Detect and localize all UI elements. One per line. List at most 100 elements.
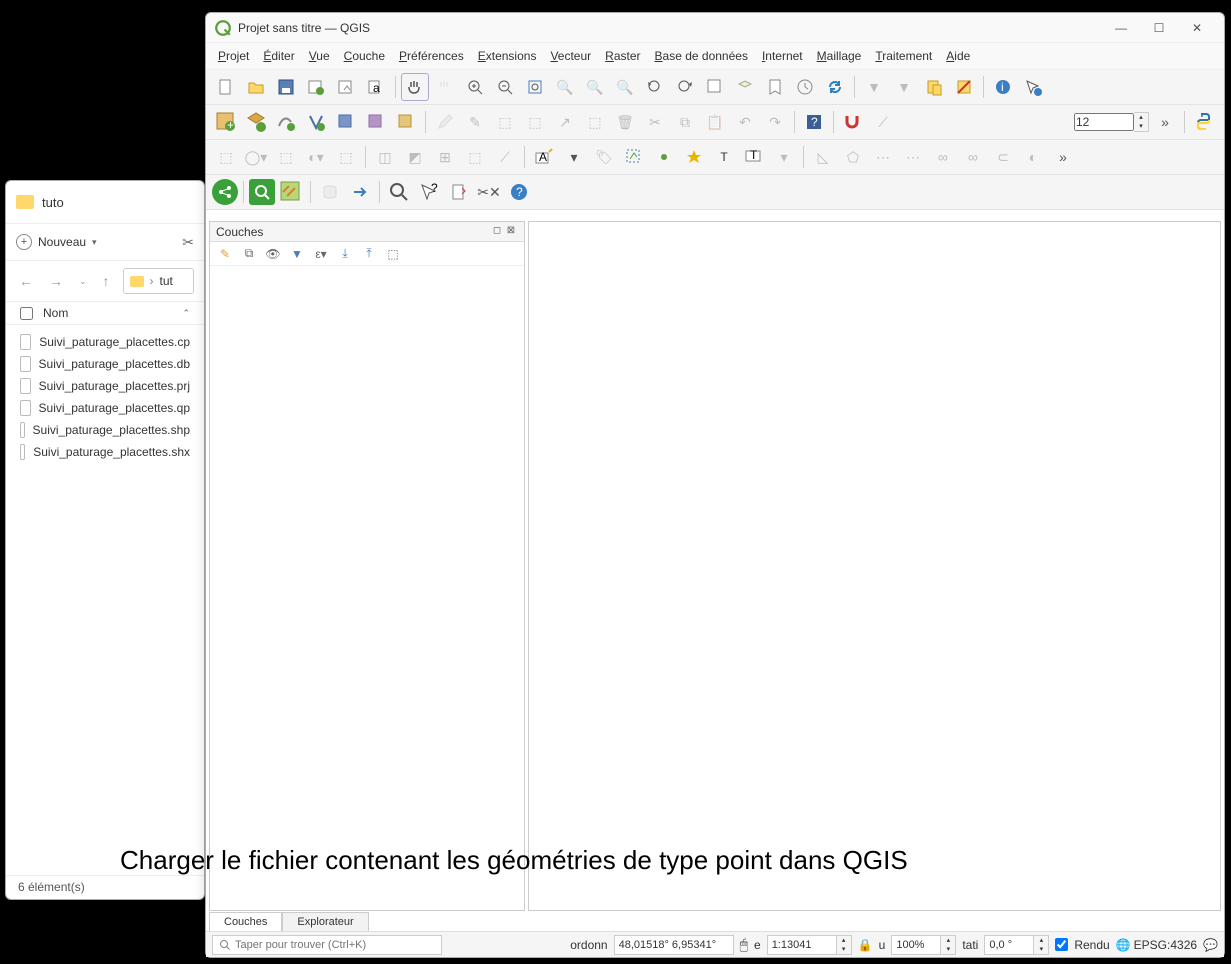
label-pin-button[interactable]: 🏷 — [590, 143, 618, 171]
style-manager-button[interactable]: a — [362, 73, 390, 101]
new-3d-view-button[interactable] — [731, 73, 759, 101]
menu-raster[interactable]: Raster — [599, 45, 646, 67]
rotation-spinbox[interactable]: ▴▾ — [984, 935, 1049, 955]
scale-spinbox[interactable]: ▴▾ — [767, 935, 852, 955]
enable-snapping-button[interactable] — [839, 108, 867, 136]
tab-layers[interactable]: Couches — [209, 912, 282, 931]
m4[interactable]: ⋯ — [899, 143, 927, 171]
overflow-icon[interactable]: » — [1151, 108, 1179, 136]
new-virtual-button[interactable] — [362, 108, 390, 136]
d5[interactable]: ⬚ — [332, 143, 360, 171]
new-geopackage-button[interactable] — [242, 108, 270, 136]
minimize-button[interactable]: — — [1102, 14, 1140, 42]
vertex-tool-button[interactable]: ↗ — [551, 108, 579, 136]
identify-button[interactable]: i — [989, 73, 1017, 101]
m2[interactable]: ⬠ — [839, 143, 867, 171]
zoom-layer-button[interactable]: 🔍 — [581, 73, 609, 101]
add-feature2-button[interactable]: ⬚ — [521, 108, 549, 136]
quickosm-button[interactable] — [249, 179, 275, 205]
coord-field[interactable] — [614, 935, 734, 955]
annotation-text-button[interactable]: T — [710, 143, 738, 171]
delete-button[interactable]: 🗑 — [611, 108, 639, 136]
new-mesh-button[interactable] — [392, 108, 420, 136]
close-button[interactable]: ✕ — [1178, 14, 1216, 42]
annotation-point-button[interactable] — [650, 143, 678, 171]
overflow-icon[interactable]: » — [1049, 143, 1077, 171]
zoom-native-button[interactable]: 🔍 — [611, 73, 639, 101]
copy-button[interactable]: ⧉ — [671, 108, 699, 136]
new-bookmark-button[interactable] — [761, 73, 789, 101]
menu-traitement[interactable]: Traitement — [869, 45, 938, 67]
reports-button[interactable] — [445, 178, 473, 206]
m6[interactable]: ∞ — [959, 143, 987, 171]
messages-icon[interactable]: 💬 — [1203, 938, 1218, 952]
tracing-button[interactable]: ⟋ — [869, 108, 897, 136]
label2-button[interactable]: ▾ — [560, 143, 588, 171]
menu-bdd[interactable]: Base de données — [649, 45, 754, 67]
m3[interactable]: ⋯ — [869, 143, 897, 171]
d8[interactable]: ⊞ — [431, 143, 459, 171]
visibility-icon[interactable]: 👁 — [264, 245, 282, 263]
m7[interactable]: ⊂ — [989, 143, 1017, 171]
m5[interactable]: ∞ — [929, 143, 957, 171]
style-icon[interactable]: ✎ — [216, 245, 234, 263]
menu-couche[interactable]: Couche — [338, 45, 391, 67]
locator-search[interactable] — [212, 935, 442, 955]
zoom-selection-button[interactable]: 🔍 — [551, 73, 579, 101]
db-button[interactable] — [316, 178, 344, 206]
toggle-edit-button[interactable] — [431, 108, 459, 136]
temporal-button[interactable] — [791, 73, 819, 101]
menu-projet[interactable]: Projet — [212, 45, 255, 67]
add-group-icon[interactable]: ⧉ — [240, 245, 258, 263]
list-item[interactable]: Suivi_paturage_placettes.shx — [16, 441, 194, 463]
zoom-next-button[interactable] — [671, 73, 699, 101]
segments-spinbox[interactable]: ▴▾ — [1074, 112, 1149, 132]
new-shapefile-button[interactable] — [272, 108, 300, 136]
share-button[interactable] — [212, 179, 238, 205]
save-edits-button[interactable]: ✎ — [461, 108, 489, 136]
deselect-button[interactable] — [950, 73, 978, 101]
data-source-manager-button[interactable]: + — [212, 108, 240, 136]
list-item[interactable]: Suivi_paturage_placettes.qp — [16, 397, 194, 419]
recent-button[interactable]: ⌄ — [76, 273, 90, 290]
help-icon[interactable]: ? — [505, 178, 533, 206]
annotation-button[interactable] — [620, 143, 648, 171]
close-panel-icon[interactable]: ⊠ — [504, 225, 518, 239]
d2[interactable]: ◯▾ — [242, 143, 270, 171]
go-button[interactable] — [346, 178, 374, 206]
zoom-full-button[interactable] — [521, 73, 549, 101]
refresh-button[interactable] — [821, 73, 849, 101]
expand-icon[interactable]: ⤓ — [336, 245, 354, 263]
search-tool-button[interactable] — [385, 178, 413, 206]
osm-button[interactable] — [277, 178, 305, 206]
forward-button[interactable]: → — [46, 270, 66, 292]
d4[interactable]: ◐▾ — [302, 143, 330, 171]
save-project-button[interactable] — [272, 73, 300, 101]
da1[interactable]: ▾ — [770, 143, 798, 171]
d7[interactable]: ◩ — [401, 143, 429, 171]
new-spatialite-button[interactable] — [302, 108, 330, 136]
d3[interactable]: ⬚ — [272, 143, 300, 171]
zoom-out-button[interactable] — [491, 73, 519, 101]
show-layout-manager-button[interactable] — [332, 73, 360, 101]
remove-icon[interactable]: ⬚ — [384, 245, 402, 263]
layers-tree[interactable] — [210, 266, 524, 910]
sort-icon[interactable]: ⌃ — [182, 308, 190, 319]
menu-vue[interactable]: Vue — [303, 45, 336, 67]
m1[interactable]: ◺ — [809, 143, 837, 171]
up-button[interactable]: ↑ — [100, 270, 113, 292]
zoom-last-button[interactable] — [641, 73, 669, 101]
new-print-layout-button[interactable] — [302, 73, 330, 101]
new-button[interactable]: + Nouveau ▾ — [16, 234, 97, 250]
menu-extensions[interactable]: Extensions — [472, 45, 543, 67]
new-map-view-button[interactable] — [701, 73, 729, 101]
list-item[interactable]: Suivi_paturage_placettes.cp — [16, 331, 194, 353]
annotation-star-button[interactable] — [680, 143, 708, 171]
action-button[interactable]: ▼ — [890, 73, 918, 101]
paste-button[interactable]: 📋 — [701, 108, 729, 136]
select-all-checkbox[interactable] — [20, 307, 33, 320]
zoom-in-button[interactable] — [461, 73, 489, 101]
label-button[interactable]: A — [530, 143, 558, 171]
crs-button[interactable]: 🌐EPSG:4326 — [1116, 938, 1197, 952]
cut-icon[interactable]: ✂ — [182, 234, 194, 251]
